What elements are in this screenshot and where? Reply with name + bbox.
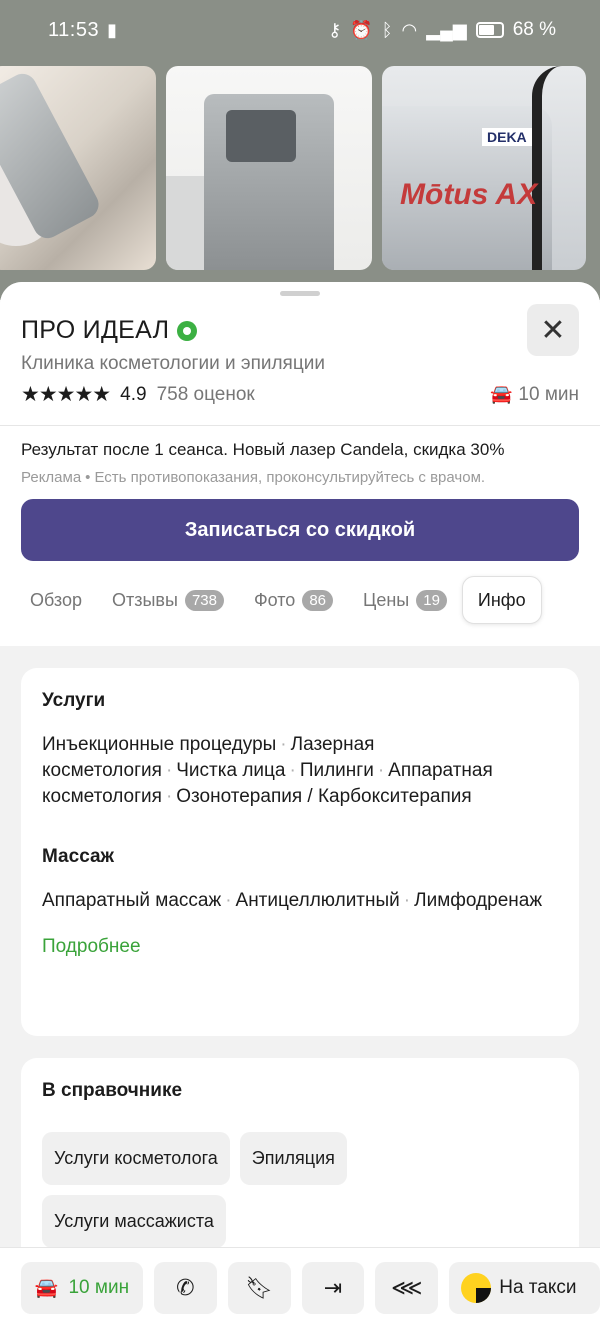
drive-time-label: 10 мин [518, 383, 579, 405]
call-button[interactable]: ✆ [153, 1261, 217, 1314]
taxi-button[interactable]: На такси [449, 1261, 600, 1314]
verified-badge-icon [177, 320, 198, 341]
services-card: Услуги Инъекционные процедуры · Лазерная к… [21, 668, 579, 1036]
service-item: Аппаратный массаж [42, 890, 222, 911]
close-icon: ✕ [540, 313, 566, 347]
service-item: Инъекционные процедуры [42, 734, 277, 755]
status-time: 11:53 [48, 18, 100, 41]
separator: · [165, 786, 173, 807]
tab-info[interactable]: Инфо [461, 576, 542, 624]
tab-label: Отзывы [112, 589, 178, 610]
place-title: ПРО ИДЕАЛ [21, 316, 170, 344]
car-icon: 🚘 [489, 384, 513, 404]
gallery-photo-2[interactable] [166, 66, 372, 270]
separator: · [289, 760, 296, 781]
tab-prices[interactable]: Цены 19 [348, 576, 462, 624]
service-item: Чистка лица [176, 760, 286, 781]
share-icon: ⋘ [391, 1274, 423, 1300]
separator: · [403, 890, 411, 911]
ratings-count[interactable]: 758 оценок [157, 384, 255, 406]
services-title: Услуги [42, 690, 106, 711]
place-card-sheet: ПРО ИДЕАЛ ✕ Клиника косметологии и эпиля… [0, 282, 600, 1327]
share-button[interactable]: ⋘ [375, 1261, 439, 1314]
book-discount-button[interactable]: Записаться со скидкой [21, 499, 579, 561]
close-button[interactable]: ✕ [527, 304, 579, 356]
ad-disclaimer: Есть противопоказания, проконсультируйте… [94, 469, 486, 486]
battery-icon [475, 22, 504, 38]
wifi-icon: ◠ [401, 19, 418, 40]
separator: · [377, 760, 385, 781]
photo-detail [226, 110, 296, 162]
service-item: Озонотерапия / Карбокситерапия [176, 786, 472, 807]
battery-percent: 68 % [512, 19, 556, 40]
tab-label: Цены [363, 589, 410, 610]
gallery-photo-3[interactable]: DEKA Mōtus AX [382, 66, 586, 270]
route-time-label: 10 мин [68, 1276, 130, 1298]
ad-text[interactable]: Результат после 1 сеанса. Новый лазер Ca… [21, 440, 579, 460]
photo-brand-deka: DEKA [482, 128, 532, 146]
tab-count-badge: 19 [416, 589, 447, 611]
phone-icon: ✆ [176, 1274, 195, 1300]
sheet-drag-handle[interactable] [280, 291, 320, 296]
bottom-action-bar: 🚘 10 мин ✆ 🔖︎ ⇥ ⋘ На такси [0, 1247, 600, 1327]
enter-icon: ⇥ [323, 1274, 343, 1300]
separator: • [85, 469, 91, 486]
tab-photos[interactable]: Фото 86 [239, 576, 348, 624]
rating-stars-icon: ★★★★★ [21, 383, 111, 406]
photo-detail [532, 66, 562, 270]
car-icon: 🚘 [34, 1277, 59, 1299]
rating-value: 4.9 [120, 383, 147, 405]
alarm-icon: ⏰ [350, 19, 373, 40]
vpn-key-icon: ⚷ [328, 19, 342, 40]
gallery-photo-1[interactable] [0, 66, 156, 270]
more-link[interactable]: Подробнее [42, 936, 558, 958]
drive-time[interactable]: 🚘 10 мин [490, 384, 579, 406]
ad-meta: Реклама • Есть противопоказания, проконсул… [21, 469, 579, 486]
place-category: Клиника косметологии и эпиляции [21, 353, 325, 374]
services-list: Инъекционные процедуры · Лазерная косметол… [42, 732, 558, 810]
tab-count-badge: 86 [302, 589, 334, 611]
service-item: Лимфодренаж [414, 890, 543, 911]
status-bar: 11:53 ▮ ⚷ ⏰ ᛒ ◠ ▂▄▆ 68 % [0, 0, 600, 60]
bookmark-icon: 🔖︎ [245, 1274, 274, 1300]
bluetooth-icon: ᛒ [381, 19, 393, 40]
massage-list: Аппаратный массаж · Антицеллюлитный · Лимфод… [42, 888, 558, 914]
signal-icon: ▂▄▆ [426, 19, 467, 40]
tab-label: Фото [253, 589, 296, 610]
rating-row: ★★★★★ 4.9 758 оценок 🚘 10 мин [21, 382, 579, 407]
category-chip[interactable]: Услуги косметолога [42, 1132, 230, 1185]
ad-label: Реклама [21, 469, 82, 486]
tab-overview[interactable]: Обзор [15, 576, 97, 624]
route-by-car-button[interactable]: 🚘 10 мин [21, 1261, 143, 1314]
place-header: ПРО ИДЕАЛ ✕ Клиника косметологии и эпиля… [0, 282, 600, 646]
separator: · [280, 734, 287, 755]
tab-bar: Обзор Отзывы 738 Фото 86 Цены 19 Инфо [15, 576, 579, 624]
title-row: ПРО ИДЕАЛ [21, 316, 579, 345]
service-item: Пилинги [299, 760, 374, 781]
photo-brand-motus: Mōtus AX [400, 178, 538, 211]
tab-count-badge: 738 [184, 589, 224, 611]
directory-chips: Услуги косметолога Эпиляция Услуги масса… [42, 1132, 482, 1248]
divider [0, 425, 600, 426]
photo-detail [166, 176, 206, 270]
tab-label: Инфо [477, 589, 526, 610]
category-chip[interactable]: Эпиляция [239, 1132, 347, 1185]
bookmark-button[interactable]: 🔖︎ [227, 1261, 291, 1314]
sim-alert-icon: ▮ [107, 19, 117, 40]
service-item: Антицеллюлитный [235, 890, 400, 911]
separator: · [225, 890, 232, 911]
separator: · [165, 760, 173, 781]
directory-title: В справочнике [42, 1080, 183, 1101]
taxi-logo-icon [461, 1272, 492, 1303]
enter-button[interactable]: ⇥ [301, 1261, 365, 1314]
tab-reviews[interactable]: Отзывы 738 [97, 576, 239, 624]
taxi-label: На такси [499, 1276, 577, 1298]
tab-label: Обзор [30, 589, 82, 610]
massage-title: Массаж [42, 846, 115, 867]
category-chip[interactable]: Услуги массажиста [42, 1195, 226, 1248]
